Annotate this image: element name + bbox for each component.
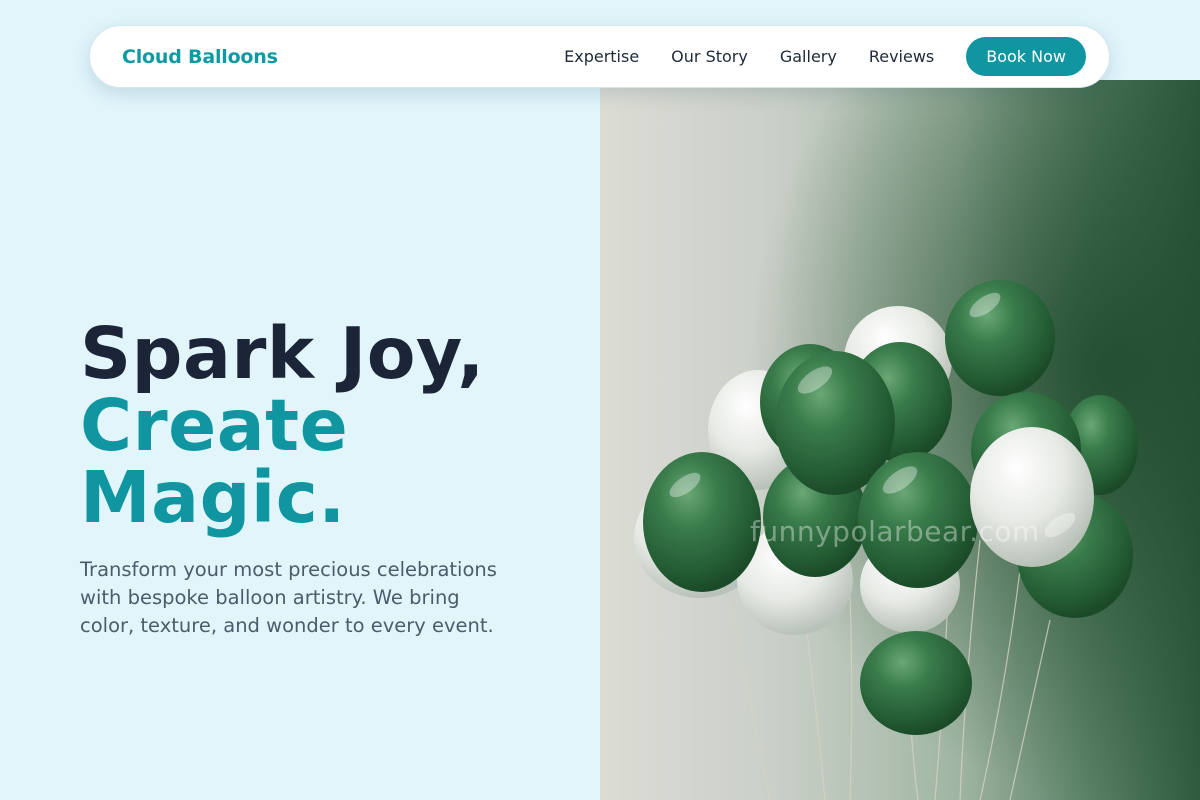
hero-balloon-image: funnypolarbear.com [600, 80, 1200, 800]
headline-line-2: Create [80, 384, 349, 467]
nav-link-expertise[interactable]: Expertise [564, 47, 639, 66]
nav-link-our-story[interactable]: Our Story [671, 47, 748, 66]
image-watermark: funnypolarbear.com [750, 515, 1040, 548]
top-navbar: Cloud Balloons Expertise Our Story Galle… [89, 25, 1110, 88]
balloon-illustration [600, 80, 1200, 800]
nav-link-reviews[interactable]: Reviews [869, 47, 934, 66]
nav-links: Expertise Our Story Gallery Reviews [564, 47, 934, 66]
book-now-button[interactable]: Book Now [966, 37, 1086, 76]
headline-line-3: Magic. [80, 456, 346, 539]
hero-subtext: Transform your most precious celebration… [80, 558, 497, 637]
nav-link-gallery[interactable]: Gallery [780, 47, 837, 66]
headline-line-1: Spark Joy, [80, 312, 485, 395]
hero-headline: Spark Joy, Create Magic. [80, 318, 580, 534]
hero-text: Spark Joy, Create Magic. Transform your … [80, 318, 580, 640]
brand-logo[interactable]: Cloud Balloons [122, 46, 278, 68]
